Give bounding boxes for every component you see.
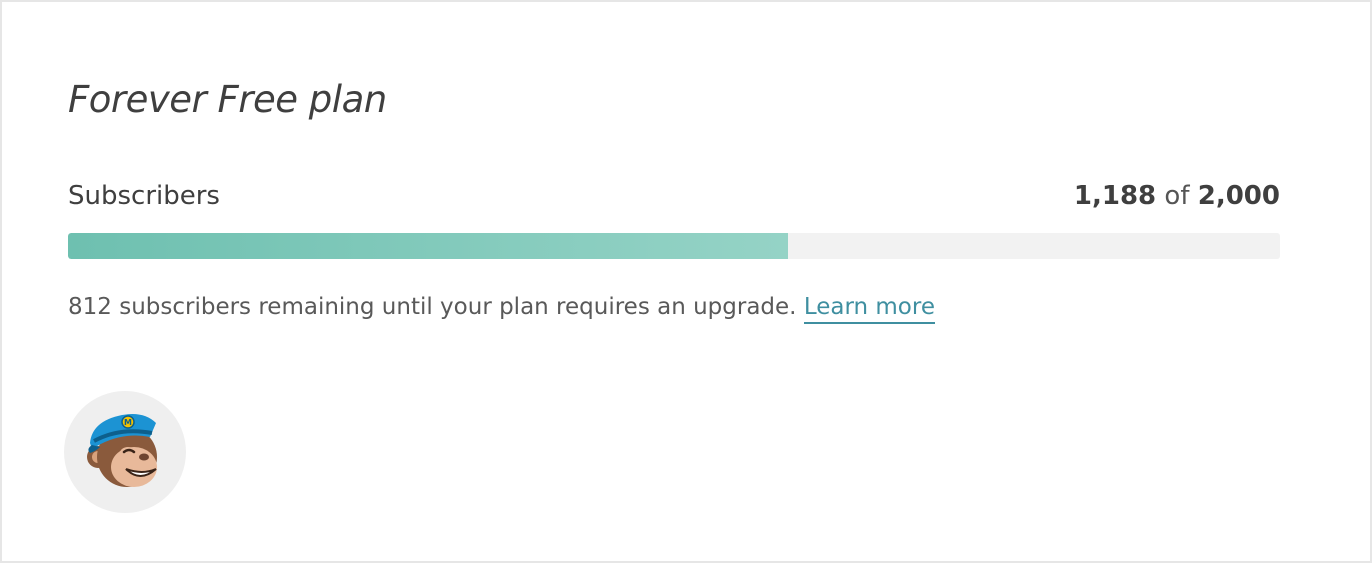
plan-usage-card: Forever Free plan Subscribers 1,188 of 2… (0, 0, 1372, 563)
subscriber-progress-fill (68, 233, 788, 259)
subscriber-usage-row: Subscribers 1,188 of 2,000 (68, 178, 1280, 214)
remaining-message: 812 subscribers remaining until your pla… (68, 290, 935, 324)
svg-text:M: M (124, 418, 132, 427)
plan-title: Forever Free plan (68, 78, 387, 121)
learn-more-link[interactable]: Learn more (803, 294, 935, 324)
avatar: M (64, 391, 186, 513)
subscriber-count-used: 1,188 (1073, 181, 1157, 211)
subscriber-count: 1,188 of 2,000 (1074, 181, 1280, 211)
subscriber-count-of: of (1164, 181, 1190, 211)
subscribers-label: Subscribers (68, 181, 220, 211)
subscriber-count-limit: 2,000 (1197, 181, 1280, 211)
subscriber-progress-bar (68, 233, 1280, 259)
remaining-text: 812 subscribers remaining until your pla… (68, 294, 797, 320)
mailchimp-freddie-icon: M (87, 414, 157, 487)
